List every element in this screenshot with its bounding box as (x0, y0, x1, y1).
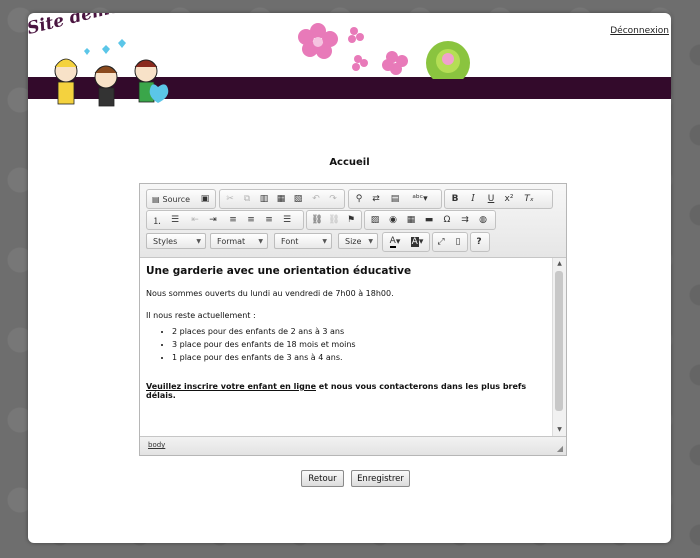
chevron-down-icon: ▼ (196, 238, 201, 245)
scroll-down-icon[interactable]: ▼ (553, 424, 566, 436)
bold-icon[interactable]: B (447, 191, 463, 207)
list-item: 1 place pour des enfants de 3 ans à 4 an… (172, 353, 552, 362)
content-heading: Une garderie avec une orientation éducat… (146, 265, 412, 277)
bulleted-list-icon[interactable]: ☰ (167, 212, 183, 228)
font-dropdown[interactable]: Font ▼ (274, 233, 332, 249)
toolbar-group-document: ▤ Source ▣ (146, 189, 216, 209)
source-label: Source (162, 194, 191, 204)
font-label: Font (281, 237, 299, 246)
editor-content[interactable]: Une garderie avec une orientation éducat… (140, 258, 552, 436)
page-title: Accueil (329, 157, 370, 168)
editor-scrollbar[interactable]: ▲ ▼ (552, 258, 566, 436)
undo-icon[interactable]: ↶ (308, 191, 324, 207)
outdent-icon[interactable]: ⇤ (187, 212, 203, 228)
link-icon[interactable]: ⛓ (309, 212, 325, 228)
scroll-up-icon[interactable]: ▲ (553, 258, 566, 270)
chevron-down-icon: ▼ (322, 238, 327, 245)
align-left-icon[interactable]: ≡ (225, 212, 241, 228)
table-icon[interactable]: ▦ (403, 212, 419, 228)
superscript-icon[interactable]: x² (501, 191, 517, 207)
paste-icon[interactable]: ▥ (256, 191, 272, 207)
remove-format-icon[interactable]: Tₓ (521, 191, 537, 207)
special-char-icon[interactable]: Ω (439, 212, 455, 228)
editor-status-bar: body ◢ (140, 436, 566, 455)
toolbar-group-insert: ▨ ◉ ▦ ▬ Ω ⇉ ◍ (364, 210, 496, 230)
editor-toolbar: ▤ Source ▣ ✂ ⧉ ▥ ▦ ▧ ↶ ↷ ⚲ ⇄ ▤ ᵃᵇᶜ▾ B I … (140, 184, 566, 258)
resize-grip-icon[interactable]: ◢ (557, 444, 563, 453)
select-all-icon[interactable]: ▤ (387, 191, 403, 207)
list-item: 3 place pour des enfants de 18 mois et m… (172, 340, 552, 349)
places-list: 2 places pour des enfants de 2 ans à 3 a… (146, 327, 552, 362)
chevron-down-icon: ▼ (258, 238, 263, 245)
maximize-icon[interactable]: ⤢ (433, 234, 449, 250)
size-label: Size (345, 237, 362, 246)
source-icon: ▤ (151, 194, 160, 204)
copy-icon[interactable]: ⧉ (239, 191, 255, 207)
toolbar-group-links: ⛓ ⛓ ⚑ (306, 210, 362, 230)
styles-label: Styles (153, 237, 178, 246)
help-icon[interactable]: ? (471, 234, 487, 250)
align-center-icon[interactable]: ≡ (243, 212, 259, 228)
indent-icon[interactable]: ⇥ (205, 212, 221, 228)
toolbar-group-basic-styles: B I U x² Tₓ (444, 189, 553, 209)
toolbar-group-editing: ⚲ ⇄ ▤ ᵃᵇᶜ▾ (348, 189, 442, 209)
back-button[interactable]: Retour (301, 470, 344, 487)
redo-icon[interactable]: ↷ (325, 191, 341, 207)
page-break-icon[interactable]: ⇉ (457, 212, 473, 228)
cut-icon[interactable]: ✂ (222, 191, 238, 207)
replace-icon[interactable]: ⇄ (368, 191, 384, 207)
numbered-list-icon[interactable]: ⒈ (149, 212, 165, 228)
logout-link[interactable]: Déconnexion (610, 26, 669, 36)
toolbar-group-help: ? (470, 232, 490, 252)
paste-word-icon[interactable]: ▧ (290, 191, 306, 207)
save-button[interactable]: Enregistrer (351, 470, 410, 487)
show-blocks-icon[interactable]: ▯ (450, 234, 466, 250)
registration-link[interactable]: Veuillez inscrire votre enfant en ligne (146, 382, 316, 391)
spellcheck-icon[interactable]: ᵃᵇᶜ▾ (407, 191, 433, 207)
remaining-places-intro: Il nous reste actuellement : (146, 311, 256, 320)
toolbar-group-colors: A ▾ A ▾ (382, 232, 430, 252)
size-dropdown[interactable]: Size ▼ (338, 233, 378, 249)
underline-icon[interactable]: U (483, 191, 499, 207)
background-color-icon[interactable]: A ▾ (407, 234, 427, 250)
horizontal-rule-icon[interactable]: ▬ (421, 212, 437, 228)
flowers-icon (298, 23, 470, 79)
styles-dropdown[interactable]: Styles ▼ (146, 233, 206, 249)
rich-text-editor: ▤ Source ▣ ✂ ⧉ ▥ ▦ ▧ ↶ ↷ ⚲ ⇄ ▤ ᵃᵇᶜ▾ B I … (139, 183, 567, 456)
format-dropdown[interactable]: Format ▼ (210, 233, 268, 249)
justify-icon[interactable]: ☰ (279, 212, 295, 228)
toolbar-group-tools: ⤢ ▯ (432, 232, 468, 252)
registration-paragraph: Veuillez inscrire votre enfant en ligne … (146, 382, 552, 400)
toolbar-group-paragraph: ⒈ ☰ ⇤ ⇥ ≡ ≡ ≡ ☰ (146, 210, 304, 230)
site-title: Site démonstrateur (28, 13, 210, 39)
opening-hours-text: Nous sommes ouverts du lundi au vendredi… (146, 289, 394, 298)
page-container: Site démonstrateur Déconnexion Accueil (28, 13, 671, 543)
paste-text-icon[interactable]: ▦ (273, 191, 289, 207)
toolbar-group-clipboard: ✂ ⧉ ▥ ▦ ▧ ↶ ↷ (219, 189, 345, 209)
italic-icon[interactable]: I (465, 191, 481, 207)
element-path[interactable]: body (148, 441, 165, 449)
scrollbar-thumb[interactable] (555, 271, 563, 411)
find-icon[interactable]: ⚲ (351, 191, 367, 207)
source-button[interactable]: ▤ Source (148, 191, 194, 207)
chevron-down-icon: ▼ (368, 238, 373, 245)
align-right-icon[interactable]: ≡ (261, 212, 277, 228)
flash-icon[interactable]: ◉ (385, 212, 401, 228)
image-icon[interactable]: ▨ (367, 212, 383, 228)
format-label: Format (217, 237, 246, 246)
save-icon[interactable]: ▣ (197, 191, 213, 207)
list-item: 2 places pour des enfants de 2 ans à 3 a… (172, 327, 552, 336)
unlink-icon[interactable]: ⛓ (326, 212, 342, 228)
iframe-icon[interactable]: ◍ (475, 212, 491, 228)
children-drawing-icon (54, 39, 169, 107)
text-color-icon[interactable]: A ▾ (385, 234, 405, 250)
anchor-icon[interactable]: ⚑ (343, 212, 359, 228)
